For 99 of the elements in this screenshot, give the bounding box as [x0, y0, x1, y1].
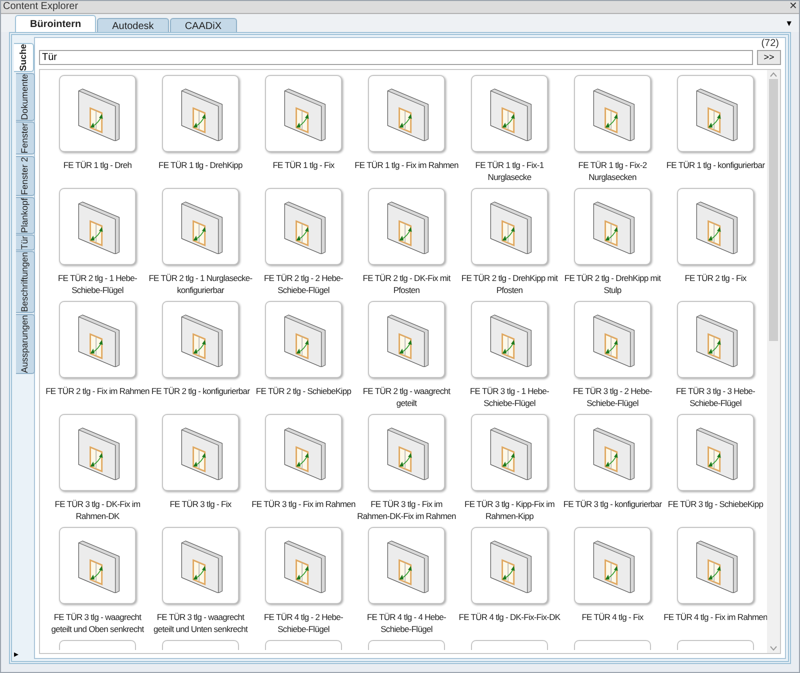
- scrollbar[interactable]: [767, 70, 780, 653]
- tile-label: FE TÜR 2 tlg - DK-Fix mit Pfosten: [362, 272, 452, 296]
- door-tile[interactable]: [677, 188, 754, 265]
- side-tab[interactable]: Aussparungen: [16, 314, 35, 374]
- tile-label: FE TÜR 4 tlg - Fix im Rahmen: [664, 611, 767, 624]
- tile-label: FE TÜR 1 tlg - Fix: [272, 159, 336, 172]
- door-tile[interactable]: [59, 75, 136, 152]
- door-tile[interactable]: [574, 640, 651, 650]
- door-tile[interactable]: [368, 75, 445, 152]
- tile-label: FE TÜR 2 tlg - waagrecht geteilt: [362, 385, 452, 409]
- tile-label: FE TÜR 1 tlg - Dreh: [62, 159, 133, 172]
- door-tile[interactable]: [59, 640, 136, 650]
- door-tile[interactable]: [162, 75, 239, 152]
- door-tile[interactable]: [265, 640, 342, 650]
- tile-label: FE TÜR 2 tlg - Fix: [684, 272, 748, 285]
- expand-button[interactable]: ▸: [14, 650, 19, 659]
- tile-label: FE TÜR 2 tlg - 2 Hebe-Schiebe-Flügel: [262, 272, 344, 296]
- side-tab[interactable]: Dokumente: [16, 73, 35, 122]
- door-tile[interactable]: [677, 301, 754, 378]
- search-button[interactable]: >>: [757, 50, 781, 65]
- door-tile[interactable]: [59, 527, 136, 604]
- door-tile[interactable]: [471, 640, 548, 650]
- tile-label: FE TÜR 3 tlg - konfigurierbar: [562, 498, 663, 511]
- door-tile[interactable]: [677, 527, 754, 604]
- side-tab[interactable]: Fenster 2: [16, 156, 35, 196]
- door-tile[interactable]: [368, 414, 445, 491]
- door-tile[interactable]: [162, 301, 239, 378]
- tab[interactable]: Autodesk: [97, 18, 169, 32]
- tile-label: FE TÜR 3 tlg - DK-Fix im Rahmen-DK: [54, 498, 142, 522]
- door-tile[interactable]: [471, 301, 548, 378]
- window-title: Content Explorer: [3, 2, 78, 12]
- tile-label: FE TÜR 2 tlg - 1 Hebe-Schiebe-Flügel: [56, 272, 138, 296]
- tile-label: FE TÜR 1 tlg - konfigurierbar: [665, 159, 766, 172]
- door-tile[interactable]: [574, 301, 651, 378]
- door-tile[interactable]: [471, 527, 548, 604]
- scroll-thumb[interactable]: [769, 79, 778, 341]
- side-tab[interactable]: Suche: [14, 43, 34, 72]
- tile-label: FE TÜR 4 tlg - 4 Hebe-Schiebe-Flügel: [366, 611, 448, 635]
- tile-label: FE TÜR 3 tlg - Kipp-Fix im Rahmen-Kipp: [464, 498, 556, 522]
- door-tile[interactable]: [677, 414, 754, 491]
- close-button[interactable]: ✕: [789, 2, 797, 12]
- door-tile[interactable]: [368, 188, 445, 265]
- door-tile[interactable]: [574, 527, 651, 604]
- tile-label: FE TÜR 3 tlg - SchiebeKipp: [666, 498, 764, 511]
- door-tile[interactable]: [677, 75, 754, 152]
- tile-label: FE TÜR 2 tlg - SchiebeKipp: [254, 385, 352, 398]
- tile-label: FE TÜR 2 tlg - 1 Nurglasecke-konfigurierbar: [148, 272, 252, 296]
- tile-label: FE TÜR 1 tlg - Fix-1 Nurglasecke: [474, 159, 545, 183]
- door-tile[interactable]: [265, 527, 342, 604]
- door-tile[interactable]: [574, 188, 651, 265]
- tile-label: FE TÜR 2 tlg - DrehKipp mit Pfosten: [460, 272, 559, 296]
- door-tile[interactable]: [368, 527, 445, 604]
- tile-label: FE TÜR 4 tlg - Fix: [580, 611, 644, 624]
- tile-label: FE TÜR 2 tlg - konfigurierbar: [150, 385, 251, 398]
- side-tab[interactable]: Plankopf: [16, 196, 35, 234]
- scroll-up-icon[interactable]: [770, 72, 777, 77]
- tile-label: FE TÜR 1 tlg - DrehKipp: [158, 159, 244, 172]
- tab[interactable]: CAADiX: [170, 18, 236, 32]
- door-tile[interactable]: [574, 75, 651, 152]
- tile-label: FE TÜR 3 tlg - waagrecht geteilt und Oben senkrecht: [50, 611, 145, 635]
- tile-label: FE TÜR 1 tlg - Fix-2 Nurglasecken: [577, 159, 648, 183]
- door-tile[interactable]: [265, 301, 342, 378]
- tile-label: FE TÜR 3 tlg - Fix: [168, 498, 232, 511]
- door-tile[interactable]: [162, 527, 239, 604]
- door-tile[interactable]: [471, 75, 548, 152]
- tile-label: FE TÜR 3 tlg - 3 Hebe-Schiebe-Flügel: [674, 385, 756, 409]
- tile-label: FE TÜR 4 tlg - DK-Fix-Fix-DK: [458, 611, 562, 624]
- door-tile[interactable]: [59, 188, 136, 265]
- door-tile[interactable]: [162, 640, 239, 650]
- tab[interactable]: Bürointern: [15, 15, 96, 32]
- side-tab[interactable]: Fenster: [16, 122, 35, 155]
- result-count: (72): [761, 38, 779, 50]
- door-tile[interactable]: [59, 301, 136, 378]
- door-tile[interactable]: [368, 301, 445, 378]
- tile-label: FE TÜR 4 tlg - 2 Hebe-Schiebe-Flügel: [262, 611, 344, 635]
- search-field[interactable]: Tür: [39, 50, 753, 65]
- door-tile[interactable]: [265, 75, 342, 152]
- tile-label: FE TÜR 2 tlg - DrehKipp mit Stulp: [563, 272, 662, 296]
- tile-label: FE TÜR 3 tlg - 2 Hebe-Schiebe-Flügel: [572, 385, 654, 409]
- tab-menu-button[interactable]: ▼: [785, 20, 793, 28]
- door-tile[interactable]: [471, 188, 548, 265]
- tile-label: FE TÜR 2 tlg - Fix im Rahmen: [46, 385, 150, 398]
- door-tile[interactable]: [59, 414, 136, 491]
- door-tile[interactable]: [265, 414, 342, 491]
- side-tab[interactable]: Beschriftungen: [16, 251, 35, 314]
- scroll-down-icon[interactable]: [770, 646, 777, 651]
- door-tile[interactable]: [574, 414, 651, 491]
- door-tile[interactable]: [265, 188, 342, 265]
- door-tile[interactable]: [677, 640, 754, 650]
- tile-label: FE TÜR 1 tlg - Fix im Rahmen: [354, 159, 458, 172]
- tile-label: FE TÜR 3 tlg - waagrecht geteilt und Unten senkrecht: [152, 611, 249, 635]
- side-tab[interactable]: Tür: [16, 234, 35, 250]
- door-tile[interactable]: [368, 640, 445, 650]
- door-tile[interactable]: [162, 414, 239, 491]
- tile-label: FE TÜR 3 tlg - 1 Hebe-Schiebe-Flügel: [468, 385, 550, 409]
- tile-label: FE TÜR 3 tlg - Fix im Rahmen-DK-Fix im Rahmen: [356, 498, 457, 522]
- door-tile[interactable]: [471, 414, 548, 491]
- door-tile[interactable]: [162, 188, 239, 265]
- tile-label: FE TÜR 3 tlg - Fix im Rahmen: [252, 498, 356, 511]
